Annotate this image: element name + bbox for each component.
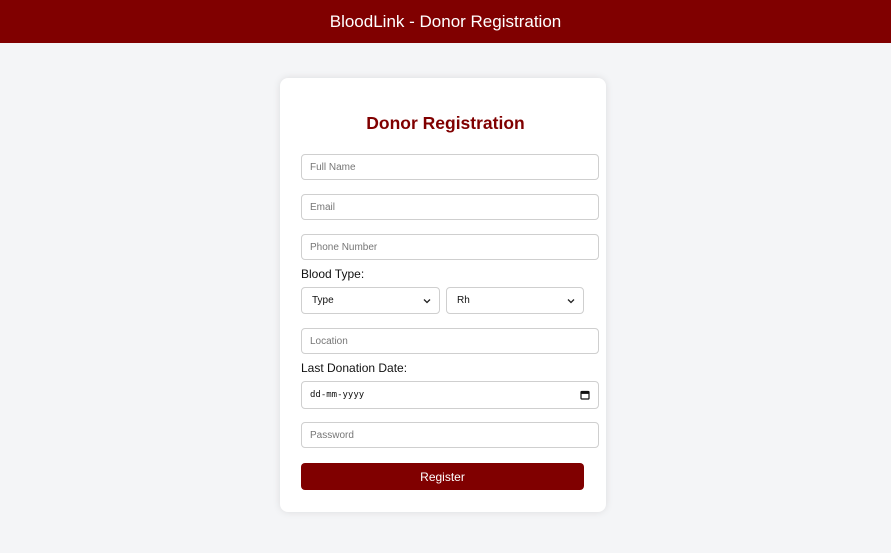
register-button[interactable]: Register: [301, 463, 584, 490]
blood-type-select-value: Type: [312, 295, 334, 306]
full-name-input[interactable]: [301, 154, 599, 180]
app-header: BloodLink - Donor Registration: [0, 0, 891, 43]
password-input[interactable]: [301, 422, 599, 448]
rh-select[interactable]: Rh: [446, 287, 584, 314]
chevron-down-icon: [423, 298, 431, 303]
blood-type-select[interactable]: Type: [301, 287, 440, 314]
last-donation-label: Last Donation Date:: [301, 361, 408, 375]
email-input[interactable]: [301, 194, 599, 220]
location-input[interactable]: [301, 328, 599, 354]
phone-input[interactable]: [301, 234, 599, 260]
form-title: Donor Registration: [366, 113, 525, 133]
header-title: BloodLink - Donor Registration: [329, 11, 562, 31]
date-value: dd-mm-yyyy: [310, 390, 365, 400]
calendar-icon[interactable]: [580, 390, 590, 400]
last-donation-date-input[interactable]: dd-mm-yyyy: [301, 381, 599, 409]
blood-type-label: Blood Type:: [301, 267, 365, 281]
rh-select-value: Rh: [457, 295, 470, 306]
chevron-down-icon: [567, 298, 575, 303]
